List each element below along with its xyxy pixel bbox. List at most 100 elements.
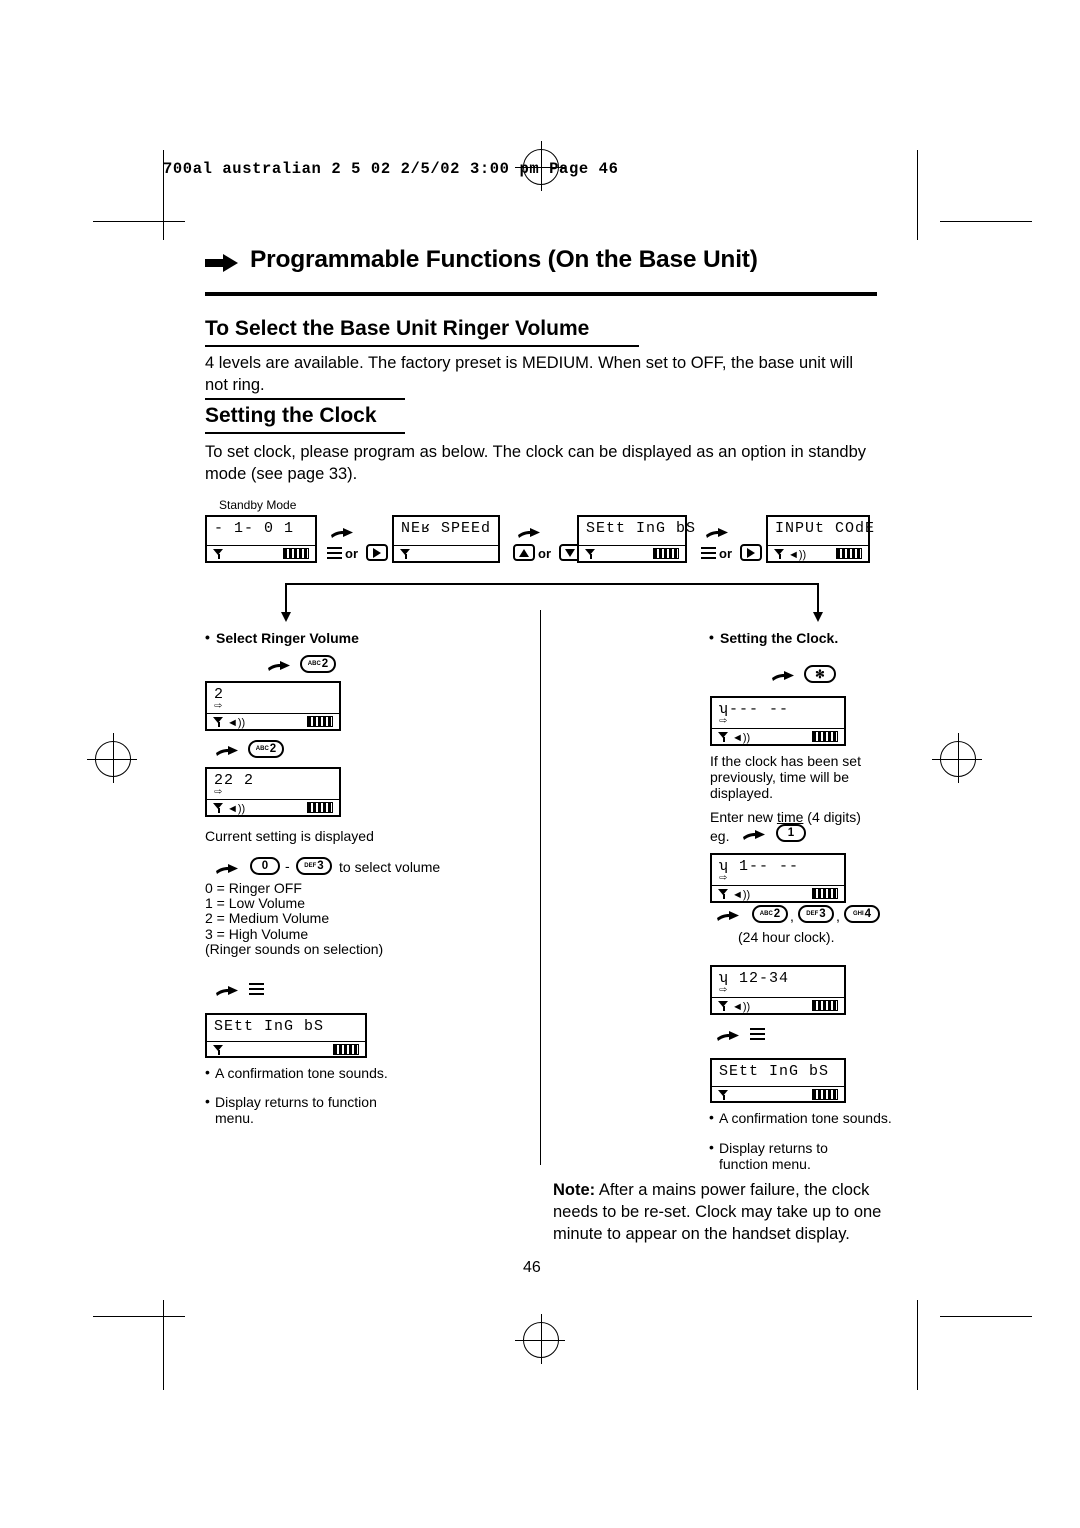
left-column-heading: Select Ringer Volume [216, 630, 359, 646]
lcd-display-volume-2: 2 ⇨ ◄)) [205, 681, 341, 731]
antenna-icon [213, 716, 224, 727]
volume-option-0: 0 = Ringer OFF [205, 880, 302, 896]
battery-icon [812, 888, 838, 899]
eg-label: eg. [710, 828, 730, 844]
volume-option-3: 3 = High Volume [205, 926, 309, 942]
menu-icon[interactable] [750, 1027, 765, 1041]
section-body-ringer-volume: 4 levels are available. The factory pres… [205, 354, 854, 394]
battery-icon [812, 1089, 838, 1100]
lcd-display-setting-bs: SEtt InG bS [577, 515, 695, 563]
or-label-1: or [345, 546, 358, 561]
ringer-icon: ◄)) [732, 732, 751, 744]
battery-icon [283, 548, 309, 559]
antenna-icon [718, 731, 729, 742]
lcd-text: ʮ--- -- [719, 701, 790, 718]
lcd-text: SEtt InG bS [719, 1063, 830, 1080]
key-abc-2-clock[interactable]: ABC 2 [752, 905, 788, 923]
ringer-icon: ◄)) [732, 1001, 751, 1013]
ringer-icon: ◄)) [788, 549, 807, 561]
hand-pointer-icon [216, 864, 238, 874]
battery-icon [307, 716, 333, 727]
crop-mark-right-vertical-bottom [917, 1300, 918, 1390]
bullet: • [205, 1064, 210, 1080]
lcd-text: SEtt InG bS [586, 520, 697, 537]
key-abc-2[interactable]: ABC 2 [300, 655, 336, 673]
right-arrow-key-1[interactable] [366, 544, 388, 561]
hand-pointer-icon [743, 830, 765, 840]
column-divider [540, 610, 541, 1165]
hand-pointer-icon [268, 661, 290, 671]
bullet: • [709, 629, 714, 645]
branch-arrow-left [281, 583, 291, 622]
battery-icon [653, 548, 679, 559]
key-def-3[interactable]: DEF 3 [296, 857, 332, 875]
bullet: • [205, 629, 210, 645]
antenna-icon [718, 1089, 729, 1100]
lcd-display-input-code: INPUt COdE ◄)) [766, 515, 874, 563]
or-label-2: or [538, 546, 551, 561]
key-star[interactable]: ✻ [804, 665, 836, 683]
key-prefix: ABC [307, 661, 321, 667]
lcd-text: - 1- 0 1 [214, 520, 295, 537]
battery-icon [836, 548, 862, 559]
battery-icon [812, 731, 838, 742]
antenna-icon [718, 888, 729, 899]
key-0[interactable]: 0 [250, 857, 280, 875]
section-title-ringer-volume: To Select the Base Unit Ringer Volume [205, 317, 590, 340]
lcd-display-standby: - 1- 0 1 [205, 515, 317, 563]
page-number: 46 [523, 1259, 541, 1276]
key-prefix: DEF [806, 911, 819, 917]
crop-mark-bottom-right-horizontal [940, 1316, 1032, 1317]
crop-mark-top-right-horizontal [940, 221, 1032, 222]
up-arrow-key[interactable] [513, 544, 535, 561]
lcd-text: NEʁ SPEEd [401, 520, 492, 537]
crop-mark-right-vertical-top [917, 150, 918, 240]
hand-pointer-icon [772, 671, 794, 681]
menu-icon[interactable] [701, 546, 716, 560]
display-returns-right: Display returns to function menu. [719, 1140, 828, 1172]
right-arrow-key-2[interactable] [740, 544, 762, 561]
volume-option-1: 1 = Low Volume [205, 895, 306, 911]
note-block: Note: After a mains power failure, the c… [553, 1179, 883, 1245]
key-digit: 2 [773, 908, 781, 920]
bullet: • [709, 1139, 714, 1155]
key-prefix: ABC [255, 746, 269, 752]
key-1[interactable]: 1 [776, 824, 806, 842]
battery-icon [307, 802, 333, 813]
branch-arrow-right [813, 583, 823, 622]
key-digit: 0 [261, 860, 269, 872]
antenna-icon [774, 548, 785, 559]
key-def-3-clock[interactable]: DEF 3 [798, 905, 834, 923]
lcd-text: SEtt InG bS [214, 1018, 325, 1035]
key-abc-2-second[interactable]: ABC 2 [248, 740, 284, 758]
display-returns-left: Display returns to function menu. [215, 1094, 377, 1126]
volume-option-2: 2 = Medium Volume [205, 910, 330, 926]
enter-new-time-suffix: (4 digits) [803, 809, 861, 825]
key-digit: 2 [269, 743, 277, 755]
antenna-icon [213, 1044, 224, 1055]
lcd-arrow-icon: ⇨ [719, 982, 728, 997]
hand-pointer-icon [717, 911, 739, 921]
clock-format-caption: (24 hour clock). [738, 929, 835, 945]
note-body: After a mains power failure, the clock n… [553, 1181, 882, 1243]
current-setting-caption: Current setting is displayed [205, 828, 374, 844]
crop-mark-left-vertical-bottom [163, 1300, 164, 1390]
standby-mode-label: Standby Mode [219, 498, 297, 512]
menu-icon[interactable] [327, 546, 342, 560]
section-rule-2b [205, 432, 405, 434]
key-digit: ✻ [815, 669, 825, 681]
key-digit: 2 [321, 658, 329, 670]
key-prefix: GHI [852, 911, 864, 917]
key-prefix: ABC [759, 911, 773, 917]
key-ghi-4-clock[interactable]: GHI 4 [844, 905, 880, 923]
battery-icon [812, 1000, 838, 1011]
ringer-sounds-note: (Ringer sounds on selection) [205, 941, 384, 957]
lcd-text: INPUt COdE [775, 520, 876, 537]
menu-icon[interactable] [249, 982, 264, 996]
lcd-text: ʮ 1-- -- [719, 858, 800, 875]
ringer-icon: ◄)) [227, 803, 246, 815]
lcd-arrow-icon: ⇨ [719, 870, 728, 885]
registration-mark-bottom [515, 1314, 565, 1364]
hand-pointer-icon [518, 528, 540, 538]
battery-icon [333, 1044, 359, 1055]
